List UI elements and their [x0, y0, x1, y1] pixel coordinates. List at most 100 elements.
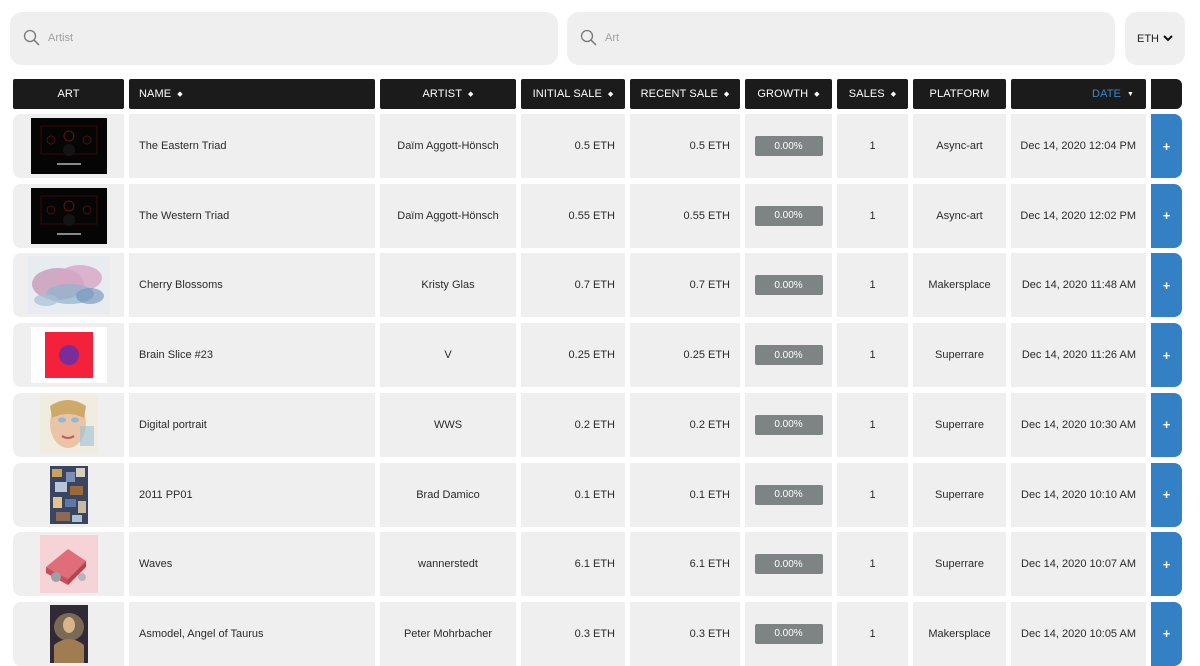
platform-cell: Superrare [913, 323, 1006, 388]
initial-sale-text: 0.1 ETH [574, 488, 615, 501]
col-initial-sale-label: INITIAL SALE [532, 88, 602, 100]
add-button[interactable]: + [1151, 114, 1182, 178]
platform-text: Async-art [936, 140, 983, 152]
name-text[interactable]: The Western Triad [139, 210, 229, 222]
add-button[interactable]: + [1151, 601, 1182, 666]
col-header-initial-sale[interactable]: INITIAL SALE ◆ [521, 79, 625, 109]
platform-cell: Makersplace [913, 253, 1006, 318]
sales-text: 1 [869, 558, 876, 571]
name-text[interactable]: Cherry Blossoms [139, 279, 223, 291]
recent-sale-text: 0.7 ETH [689, 279, 730, 292]
growth-cell: 0.00% [745, 323, 832, 388]
growth-cell: 0.00% [745, 601, 832, 666]
add-button[interactable]: + [1151, 183, 1182, 248]
recent-sale-cell: 0.55 ETH [630, 183, 740, 248]
artist-text[interactable]: Brad Damico [416, 489, 480, 501]
platform-text: Makersplace [928, 627, 991, 640]
growth-cell: 0.00% [745, 253, 832, 318]
art-cell [13, 462, 124, 527]
col-header-actions [1151, 79, 1182, 109]
artist-text[interactable]: V [444, 349, 451, 361]
col-date-label: DATE [1092, 88, 1121, 100]
currency-select[interactable]: ETH [1125, 12, 1185, 65]
col-header-name[interactable]: NAME ◆ [129, 79, 375, 109]
recent-sale-cell: 0.3 ETH [630, 601, 740, 666]
col-artist-label: ARTIST [422, 88, 463, 100]
growth-cell: 0.00% [745, 114, 832, 178]
sales-text: 1 [869, 488, 876, 501]
sales-text: 1 [869, 279, 876, 292]
mosaic-collage-thumbnail[interactable] [49, 465, 88, 524]
red-square-purple-circle-thumbnail[interactable] [30, 327, 107, 384]
sales-text: 1 [869, 627, 876, 640]
initial-sale-text: 0.7 ETH [574, 279, 615, 292]
name-text[interactable]: Brain Slice #23 [139, 349, 213, 361]
col-header-date[interactable]: DATE ▼ [1011, 79, 1146, 109]
date-text: Dec 14, 2020 10:30 AM [1021, 418, 1136, 431]
sales-text: 1 [869, 349, 876, 362]
initial-sale-cell: 0.55 ETH [521, 183, 625, 248]
artist-cell: WWS [380, 392, 516, 457]
sales-text: 1 [869, 140, 876, 152]
portrait-face-thumbnail[interactable] [39, 395, 98, 454]
col-header-sales[interactable]: SALES ◆ [837, 79, 908, 109]
name-text[interactable]: The Eastern Triad [139, 140, 226, 152]
date-cell: Dec 14, 2020 11:48 AM [1011, 253, 1146, 318]
search-icon [580, 29, 597, 46]
artist-text[interactable]: Daïm Aggott-Hönsch [397, 140, 499, 152]
growth-cell: 0.00% [745, 462, 832, 527]
name-cell: 2011 PP01 [129, 462, 375, 527]
name-cell: Cherry Blossoms [129, 253, 375, 318]
initial-sale-cell: 0.3 ETH [521, 601, 625, 666]
col-header-growth[interactable]: GROWTH ◆ [745, 79, 832, 109]
artist-search-input[interactable] [48, 30, 487, 46]
name-text[interactable]: Digital portrait [139, 419, 207, 431]
add-button[interactable]: + [1151, 532, 1182, 597]
initial-sale-cell: 0.2 ETH [521, 392, 625, 457]
artist-text[interactable]: WWS [434, 419, 462, 431]
col-header-art: ART [13, 79, 124, 109]
watercolor-blossom-thumbnail[interactable] [27, 256, 110, 315]
art-search-input[interactable] [605, 30, 1044, 46]
name-cell: Digital portrait [129, 392, 375, 457]
initial-sale-text: 0.2 ETH [574, 418, 615, 431]
artist-text[interactable]: Peter Mohrbacher [404, 628, 492, 640]
artist-text[interactable]: Daïm Aggott-Hönsch [397, 210, 499, 222]
recent-sale-cell: 6.1 ETH [630, 532, 740, 597]
black-triad-thumbnail[interactable] [30, 187, 107, 244]
col-growth-label: GROWTH [757, 88, 809, 100]
date-cell: Dec 14, 2020 10:10 AM [1011, 462, 1146, 527]
initial-sale-text: 6.1 ETH [574, 558, 615, 571]
recent-sale-cell: 0.25 ETH [630, 323, 740, 388]
initial-sale-cell: 6.1 ETH [521, 532, 625, 597]
artist-cell: Peter Mohrbacher [380, 601, 516, 666]
pink-waves-thumbnail[interactable] [39, 535, 98, 594]
add-button[interactable]: + [1151, 462, 1182, 527]
col-header-artist[interactable]: ARTIST ◆ [380, 79, 516, 109]
name-text[interactable]: Waves [139, 558, 172, 570]
initial-sale-cell: 0.7 ETH [521, 253, 625, 318]
recent-sale-text: 0.5 ETH [689, 140, 730, 152]
add-button[interactable]: + [1151, 323, 1182, 388]
add-button[interactable]: + [1151, 392, 1182, 457]
date-text: Dec 14, 2020 10:05 AM [1021, 627, 1136, 640]
art-search-box[interactable] [567, 12, 1115, 65]
recent-sale-cell: 0.1 ETH [630, 462, 740, 527]
artist-cell: V [380, 323, 516, 388]
name-text[interactable]: 2011 PP01 [139, 489, 193, 501]
artist-text[interactable]: Kristy Glas [421, 279, 474, 291]
artist-cell: wannerstedt [380, 532, 516, 597]
angel-painting-thumbnail[interactable] [49, 604, 88, 663]
add-button[interactable]: + [1151, 253, 1182, 318]
sort-icon: ◆ [814, 91, 820, 98]
sort-icon: ◆ [607, 91, 614, 98]
recent-sale-cell: 0.5 ETH [630, 114, 740, 178]
sort-icon: ◆ [890, 91, 897, 98]
artist-text[interactable]: wannerstedt [418, 558, 478, 570]
platform-cell: Makersplace [913, 601, 1006, 666]
artist-search-box[interactable] [10, 12, 558, 65]
col-header-recent-sale[interactable]: RECENT SALE ◆ [630, 79, 740, 109]
black-triad-thumbnail[interactable] [30, 118, 107, 174]
art-cell [13, 532, 124, 597]
name-text[interactable]: Asmodel, Angel of Taurus [139, 628, 264, 640]
